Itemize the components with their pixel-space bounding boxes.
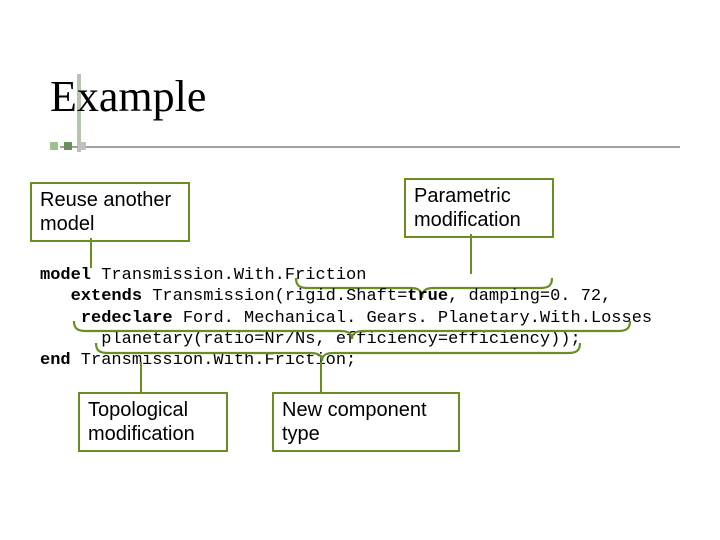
kw-end: end [40,351,71,370]
kw-true: true [407,287,448,306]
label-text: Parametricmodification [414,185,521,231]
brace-topological [72,319,632,341]
label-topological-modification: Topologicalmodification [78,392,228,452]
title-block: Example [50,75,206,119]
code-text: Transmission(rigid.Shaft= [142,287,407,306]
label-parametric-modification: Parametricmodification [404,178,554,238]
kw-model: model [40,266,91,285]
label-reuse-model: Reuse anothermodel [30,182,190,242]
label-new-component-type: New componenttype [272,392,460,452]
title-underline [50,136,690,156]
label-text: New componenttype [282,399,427,445]
kw-extends: extends [71,287,142,306]
deco-square [64,142,72,150]
deco-square [78,142,86,150]
code-text: , damping=0. 72, [448,287,611,306]
label-text: Topologicalmodification [88,399,195,445]
brace-newcomp [94,341,582,363]
label-text: Reuse anothermodel [40,189,171,235]
connector-reuse [90,238,92,268]
connector-newcomp [320,362,322,392]
code-text: Transmission.With.Friction [91,266,366,285]
title-hline [60,146,680,148]
slide-title: Example [50,75,206,119]
connector-topological [140,362,142,392]
deco-square [50,142,58,150]
